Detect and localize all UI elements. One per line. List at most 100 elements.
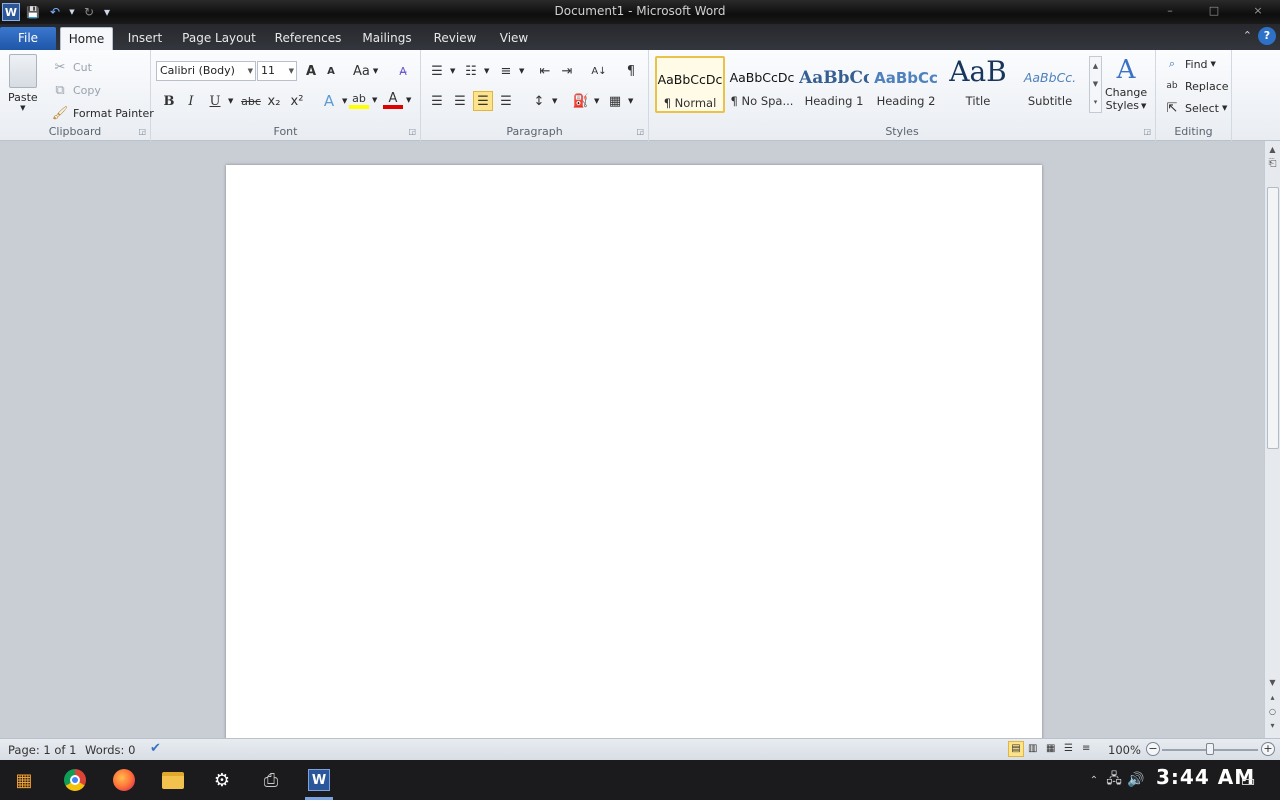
bold-button[interactable]: B [159, 91, 179, 111]
tab-references[interactable]: References [270, 27, 346, 50]
font-size-dropdown-icon[interactable]: ▼ [289, 62, 294, 80]
word-count[interactable]: Words: 0 [85, 743, 135, 757]
borders-button[interactable]: ▦ ▼ [605, 91, 634, 111]
notifications-icon[interactable]: ▭ [1234, 766, 1262, 794]
proofing-icon[interactable]: ✔ [150, 741, 161, 756]
draft-icon[interactable]: ≡ [1082, 743, 1090, 754]
tab-home[interactable]: Home [60, 27, 113, 50]
collapse-ribbon-icon[interactable]: ⌃ [1243, 29, 1252, 42]
scroll-up-arrow-icon[interactable]: ▲ [1265, 143, 1280, 157]
scroll-down-arrow-icon[interactable]: ▼ [1265, 676, 1280, 690]
tab-page-layout[interactable]: Page Layout [180, 27, 258, 50]
font-launcher-icon[interactable]: ◲ [408, 127, 416, 136]
strikethrough-button[interactable]: abc [239, 91, 263, 111]
outline-icon[interactable]: ☰ [1064, 743, 1073, 754]
browse-object-icon[interactable]: ○ [1265, 705, 1280, 719]
settings-gear-icon[interactable]: ⚙ [208, 766, 236, 794]
vertical-scrollbar[interactable]: ▲ ⎗ ▼ ▴ ○ ▾ [1264, 141, 1280, 738]
line-spacing-button[interactable]: ↕ ▼ [529, 91, 558, 111]
printer-icon[interactable]: ⎙ [257, 766, 285, 794]
style-heading-2[interactable]: AaBbCc Heading 2 [871, 56, 941, 113]
highlight-button[interactable]: ab ▼ [349, 91, 377, 109]
font-family-combo[interactable]: Calibri (Body) ▼ [156, 61, 256, 81]
clear-formatting-button[interactable]: A̶ [393, 61, 413, 81]
underline-icon: U [209, 93, 221, 109]
shrink-font-button[interactable]: A [321, 61, 341, 81]
zoom-level[interactable]: 100% [1108, 743, 1141, 757]
zoom-slider-thumb[interactable] [1206, 743, 1214, 755]
document-page[interactable] [226, 165, 1042, 745]
sort-button[interactable]: A↓ [589, 61, 609, 81]
volume-icon[interactable]: 🔊 [1122, 766, 1150, 794]
select-button[interactable]: ⇱ Select ▼ [1162, 98, 1228, 118]
tab-view[interactable]: View [494, 27, 534, 50]
multilevel-list-button[interactable]: ≡ ▼ [496, 61, 525, 81]
line-spacing-icon: ↕ [533, 93, 545, 109]
format-painter-button[interactable]: 🖌 Format Painter [50, 103, 154, 123]
justify-button[interactable]: ☰ [496, 91, 516, 111]
change-case-icon: Aa [353, 63, 370, 79]
minimize-button[interactable]: – [1148, 0, 1192, 22]
subscript-button[interactable]: x₂ [264, 91, 284, 111]
scrollbar-thumb[interactable] [1267, 187, 1279, 449]
web-layout-icon[interactable]: ▦ [1046, 743, 1055, 754]
style-no-spacing[interactable]: AaBbCcDc ¶ No Spa... [727, 56, 797, 113]
change-case-dropdown-icon: ▼ [372, 67, 379, 75]
align-right-button[interactable]: ☰ [473, 91, 493, 111]
print-layout-icon[interactable]: ▤ [1008, 741, 1024, 757]
help-icon[interactable]: ? [1258, 27, 1276, 45]
find-button[interactable]: ⌕ Find ▼ [1162, 54, 1216, 74]
ruler-toggle-icon[interactable]: ⎗ [1265, 157, 1280, 171]
font-family-dropdown-icon[interactable]: ▼ [248, 62, 253, 80]
styles-gallery-scroll[interactable]: ▲ ▼ ▾ [1089, 56, 1102, 113]
style-heading-2-sample: AaBbCc [874, 69, 938, 87]
change-styles-dropdown-icon: ▼ [1141, 101, 1147, 110]
align-left-button[interactable]: ☰ [427, 91, 447, 111]
tab-review[interactable]: Review [428, 27, 482, 50]
change-case-button[interactable]: Aa ▼ [353, 61, 378, 81]
text-effects-button[interactable]: A ▼ [319, 91, 348, 111]
styles-launcher-icon[interactable]: ◲ [1143, 127, 1151, 136]
paragraph-launcher-icon[interactable]: ◲ [636, 127, 644, 136]
tab-file[interactable]: File [0, 27, 56, 50]
page-count[interactable]: Page: 1 of 1 [8, 743, 76, 757]
grow-font-button[interactable]: A [301, 61, 321, 81]
zoom-in-button[interactable]: + [1261, 742, 1275, 756]
full-screen-reading-icon[interactable]: ▥ [1028, 743, 1037, 754]
paste-dropdown-icon: ▼ [20, 104, 26, 112]
bullets-button[interactable]: ☰ ▼ [427, 61, 455, 81]
style-normal[interactable]: AaBbCcDc ¶ Normal [655, 56, 725, 113]
font-size-combo[interactable]: 11 ▼ [257, 61, 297, 81]
start-menu-icon[interactable]: ▦ [10, 766, 38, 794]
increase-indent-button[interactable]: ⇥ [557, 61, 577, 81]
shading-button[interactable]: ⛽ ▼ [571, 91, 599, 111]
tab-mailings[interactable]: Mailings [358, 27, 416, 50]
decrease-indent-button[interactable]: ⇤ [535, 61, 555, 81]
underline-button[interactable]: U ▼ [205, 91, 234, 111]
zoom-out-button[interactable]: − [1146, 742, 1160, 756]
show-hide-button[interactable]: ¶ [621, 61, 641, 81]
copy-button[interactable]: ⧉ Copy [50, 80, 101, 100]
paste-button[interactable]: Paste ▼ [8, 54, 38, 112]
next-page-icon[interactable]: ▾ [1265, 719, 1280, 733]
clipboard-launcher-icon[interactable]: ◲ [138, 127, 146, 136]
center-button[interactable]: ☰ [450, 91, 470, 111]
style-heading-1[interactable]: AaBbCc Heading 1 [799, 56, 869, 113]
previous-page-icon[interactable]: ▴ [1265, 691, 1280, 705]
superscript-button[interactable]: x² [287, 91, 307, 111]
change-styles-button[interactable]: A Change Styles ▼ [1105, 54, 1147, 112]
maximize-button[interactable]: □ [1192, 0, 1236, 22]
style-title[interactable]: AaB Title [943, 56, 1013, 113]
word-taskbar-icon[interactable]: W [305, 766, 333, 794]
replace-button[interactable]: ab Replace [1162, 76, 1228, 96]
close-button[interactable]: × [1236, 0, 1280, 22]
tab-insert[interactable]: Insert [122, 27, 168, 50]
numbering-button[interactable]: ☷ ▼ [461, 61, 489, 81]
style-subtitle[interactable]: AaBbCc. Subtitle [1015, 56, 1085, 113]
file-explorer-icon[interactable] [159, 766, 187, 794]
font-color-button[interactable]: A ▼ [383, 91, 411, 109]
cut-button[interactable]: ✂ Cut [50, 57, 92, 77]
firefox-icon[interactable] [110, 766, 138, 794]
italic-button[interactable]: I [181, 91, 201, 111]
chrome-icon[interactable] [61, 766, 89, 794]
